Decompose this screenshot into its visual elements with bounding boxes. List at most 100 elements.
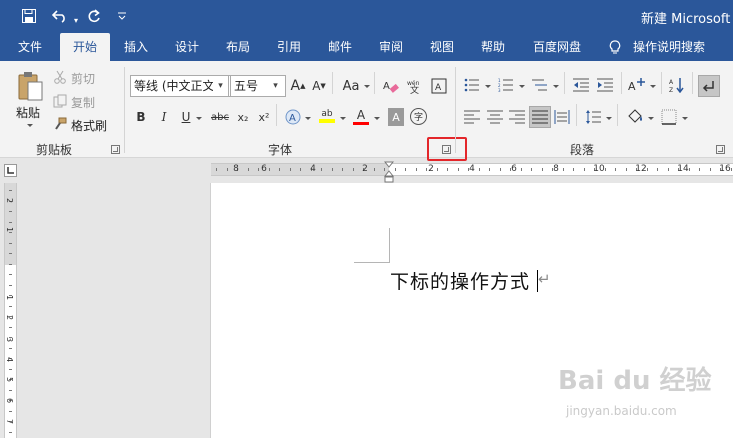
shrink-font-icon[interactable]: A ▼ bbox=[311, 76, 327, 96]
tab-design[interactable]: 设计 bbox=[168, 33, 206, 61]
vertical-ruler-tick bbox=[9, 390, 12, 391]
sort-icon[interactable]: AZ bbox=[668, 76, 686, 94]
underline-button[interactable]: U bbox=[179, 108, 193, 126]
tab-view[interactable]: 视图 bbox=[423, 33, 461, 61]
borders-dropdown-icon[interactable] bbox=[682, 117, 688, 120]
margin-corner-mark bbox=[354, 262, 389, 263]
align-left-icon[interactable] bbox=[463, 108, 481, 126]
ruler-tick bbox=[405, 168, 406, 171]
ruler-tick bbox=[290, 168, 291, 171]
vertical-ruler-tick bbox=[9, 190, 12, 191]
copy-icon[interactable] bbox=[53, 94, 67, 108]
line-spacing-icon[interactable] bbox=[584, 108, 602, 126]
paste-button[interactable]: 粘贴 bbox=[16, 104, 40, 121]
ruler-tick bbox=[500, 168, 501, 171]
tab-selector[interactable] bbox=[4, 164, 17, 177]
line-spacing-dropdown-icon[interactable] bbox=[606, 117, 612, 120]
bullets-icon[interactable] bbox=[463, 76, 481, 94]
ruler-number: 6 bbox=[261, 164, 267, 174]
highlight-dropdown-icon[interactable] bbox=[340, 117, 346, 120]
document-text[interactable]: 下标的操作方式 bbox=[390, 267, 530, 294]
increase-indent-icon[interactable] bbox=[596, 76, 614, 94]
align-right-icon[interactable] bbox=[508, 108, 526, 126]
format-painter-icon[interactable] bbox=[53, 117, 67, 131]
format-painter-button[interactable]: 格式刷 bbox=[71, 117, 107, 134]
margin-corner-mark bbox=[389, 228, 390, 263]
font-color-dropdown-icon[interactable] bbox=[374, 117, 380, 120]
font-size-dropdown-icon[interactable]: ▾ bbox=[266, 75, 286, 97]
underline-dropdown-icon[interactable] bbox=[196, 117, 202, 120]
bullets-dropdown-icon[interactable] bbox=[485, 85, 491, 88]
ruler-tick bbox=[689, 168, 690, 171]
font-color-icon[interactable]: A bbox=[352, 106, 370, 126]
chinese-layout-icon[interactable]: A bbox=[627, 76, 647, 94]
ruler-tick bbox=[521, 168, 522, 171]
align-center-icon[interactable] bbox=[486, 108, 504, 126]
svg-text:文: 文 bbox=[410, 84, 419, 94]
document-page[interactable] bbox=[211, 183, 733, 438]
tab-review[interactable]: 审阅 bbox=[372, 33, 410, 61]
tab-mailings[interactable]: 邮件 bbox=[321, 33, 359, 61]
grow-font-icon[interactable]: A ▲ bbox=[290, 76, 306, 96]
bold-button[interactable]: B bbox=[134, 108, 148, 126]
clipboard-group-label: 剪贴板 bbox=[36, 143, 73, 157]
justify-icon[interactable] bbox=[529, 106, 551, 128]
tell-me-search[interactable]: 操作说明搜索 bbox=[633, 33, 713, 61]
shading-icon[interactable] bbox=[625, 108, 645, 126]
character-shading-button[interactable]: A bbox=[388, 108, 404, 126]
tab-insert[interactable]: 插入 bbox=[117, 33, 155, 61]
tab-references[interactable]: 引用 bbox=[270, 33, 308, 61]
customize-quick-access-icon[interactable] bbox=[111, 6, 133, 26]
save-icon[interactable] bbox=[18, 6, 40, 26]
paragraph-launcher-icon[interactable] bbox=[716, 145, 725, 154]
change-case-dropdown-icon[interactable] bbox=[364, 85, 370, 88]
separator bbox=[692, 72, 693, 94]
superscript-button[interactable]: x² bbox=[256, 108, 272, 126]
paste-icon[interactable] bbox=[15, 70, 45, 104]
multilevel-dropdown-icon[interactable] bbox=[553, 85, 559, 88]
text-effects-icon[interactable]: A bbox=[284, 108, 302, 126]
redo-icon[interactable] bbox=[83, 6, 105, 26]
italic-button[interactable]: I bbox=[157, 108, 171, 126]
distributed-icon[interactable] bbox=[553, 108, 571, 126]
tab-layout[interactable]: 布局 bbox=[219, 33, 257, 61]
paste-dropdown-icon[interactable] bbox=[27, 124, 33, 127]
enclose-characters-button[interactable]: 字 bbox=[410, 108, 427, 125]
tab-home[interactable]: 开始 bbox=[60, 33, 110, 61]
subscript-button[interactable]: x₂ bbox=[235, 108, 251, 126]
show-formatting-marks-icon[interactable] bbox=[698, 75, 720, 97]
chinese-layout-dropdown-icon[interactable] bbox=[650, 85, 656, 88]
character-border-icon[interactable]: A bbox=[430, 76, 448, 96]
clear-formatting-icon[interactable]: A bbox=[382, 76, 400, 96]
ruler-number: 8 bbox=[553, 164, 559, 174]
shading-dropdown-icon[interactable] bbox=[648, 117, 654, 120]
borders-icon[interactable] bbox=[660, 108, 678, 126]
numbering-dropdown-icon[interactable] bbox=[519, 85, 525, 88]
font-color-text: A bbox=[356, 107, 366, 122]
cut-button[interactable]: 剪切 bbox=[71, 70, 95, 87]
svg-text:A: A bbox=[289, 113, 296, 124]
highlight-color-icon[interactable]: ab bbox=[318, 106, 336, 126]
multilevel-list-icon[interactable] bbox=[531, 76, 549, 94]
tab-baidu-netdisk[interactable]: 百度网盘 bbox=[526, 33, 588, 61]
phonetic-guide-icon[interactable]: wén 文 bbox=[406, 76, 424, 96]
numbering-icon[interactable]: 123 bbox=[497, 76, 515, 94]
font-name-dropdown-icon[interactable]: ▾ bbox=[213, 75, 229, 97]
decrease-indent-icon[interactable] bbox=[572, 76, 590, 94]
tab-help[interactable]: 帮助 bbox=[474, 33, 512, 61]
highlight-color-swatch bbox=[319, 119, 335, 123]
text-effects-dropdown-icon[interactable] bbox=[305, 117, 311, 120]
ruler-tick bbox=[731, 168, 732, 171]
ruler-tick bbox=[615, 168, 616, 171]
cut-icon[interactable] bbox=[53, 70, 67, 84]
ruler-tick bbox=[269, 168, 270, 171]
ruler-tick bbox=[258, 168, 259, 171]
strikethrough-button[interactable]: abc bbox=[210, 108, 230, 126]
indent-markers-icon[interactable] bbox=[384, 161, 394, 183]
clipboard-launcher-icon[interactable] bbox=[111, 145, 120, 154]
tab-file[interactable]: 文件 bbox=[8, 33, 52, 61]
ruler-tick bbox=[353, 168, 354, 171]
shrink-font-label: A bbox=[312, 79, 321, 93]
change-case-button[interactable]: Aa bbox=[340, 76, 362, 96]
copy-button[interactable]: 复制 bbox=[71, 94, 95, 111]
